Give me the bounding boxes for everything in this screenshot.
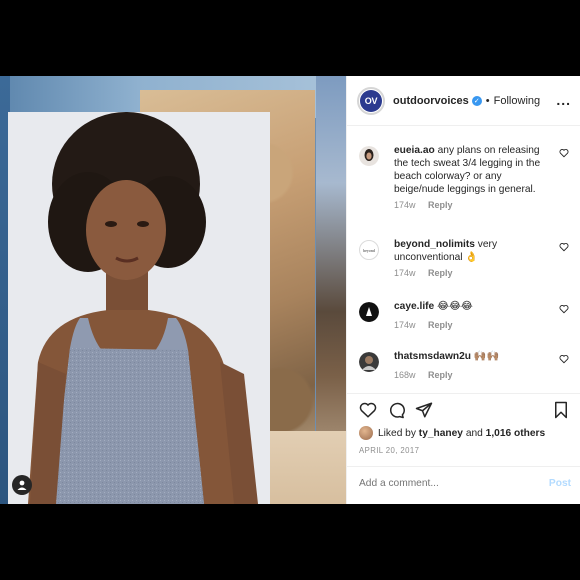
following-button[interactable]: Following (494, 95, 540, 107)
comment-item: beyond beyond_nolimits very unconvention… (359, 238, 577, 288)
commenter-avatar[interactable] (359, 302, 379, 322)
comment-age: 174w (394, 320, 416, 330)
like-heart-icon[interactable] (359, 401, 377, 419)
likes-count[interactable]: 1,016 others (486, 428, 545, 439)
comment-content: 🙌🏽🙌🏽 (473, 351, 500, 362)
comment-list: eueia.ao any plans on releasing the tech… (347, 126, 580, 394)
verified-badge-icon: ✓ (471, 95, 482, 106)
header-separator: • (485, 94, 490, 107)
comment-username[interactable]: thatsmsdawn2u (394, 351, 471, 362)
comment-meta: 174w Reply (394, 268, 453, 278)
account-logo-text: OV (360, 89, 382, 112)
liker-username[interactable]: ty_haney (419, 428, 463, 439)
comment-age: 174w (394, 200, 416, 210)
comment-content: 😂😂😂 (437, 301, 473, 312)
like-comment-heart-icon[interactable] (559, 242, 569, 252)
comment-text: eueia.ao any plans on releasing the tech… (394, 144, 552, 196)
comment-item: caye.life 😂😂😂 174w Reply (359, 300, 577, 340)
add-comment-bar: Post (347, 466, 580, 504)
like-comment-heart-icon[interactable] (559, 148, 569, 158)
reply-button[interactable]: Reply (428, 200, 453, 210)
comment-text: beyond_nolimits very unconventional 👌 (394, 238, 552, 264)
comment-meta: 168w Reply (394, 370, 453, 380)
model-figure (28, 112, 258, 504)
comment-username[interactable]: beyond_nolimits (394, 239, 475, 250)
account-username[interactable]: outdoorvoices (393, 95, 469, 107)
post-date: APRIL 20, 2017 (359, 446, 420, 455)
post-actions: Liked by ty_haney and 1,016 others APRIL… (347, 396, 580, 504)
account-avatar[interactable]: OV (357, 86, 385, 115)
reply-button[interactable]: Reply (428, 320, 453, 330)
comment-username[interactable]: caye.life (394, 301, 434, 312)
commenter-avatar-text: beyond (363, 247, 375, 253)
save-bookmark-icon[interactable] (553, 401, 569, 419)
post-comment-button[interactable]: Post (549, 478, 571, 489)
post-frame: OV outdoorvoices ✓ • Following ... eueia… (0, 76, 580, 504)
post-side-panel: OV outdoorvoices ✓ • Following ... eueia… (346, 76, 580, 504)
liker-avatar (359, 426, 373, 440)
post-image[interactable] (0, 76, 346, 504)
comment-item: thatsmsdawn2u 🙌🏽🙌🏽 168w Reply (359, 350, 577, 390)
like-comment-heart-icon[interactable] (559, 354, 569, 364)
share-send-icon[interactable] (415, 401, 433, 419)
post-header: OV outdoorvoices ✓ • Following ... (347, 76, 580, 126)
reply-button[interactable]: Reply (428, 268, 453, 278)
commenter-avatar[interactable]: beyond (359, 240, 379, 260)
likes-prefix: Liked by (378, 427, 416, 439)
likes-summary[interactable]: Liked by ty_haney and 1,016 others (359, 426, 545, 440)
likes-and: and (465, 427, 483, 439)
like-comment-heart-icon[interactable] (559, 304, 569, 314)
more-options-icon[interactable]: ... (556, 92, 571, 108)
comment-text: caye.life 😂😂😂 (394, 300, 552, 313)
comment-bubble-icon[interactable] (387, 401, 405, 419)
comment-item: eueia.ao any plans on releasing the tech… (359, 144, 577, 224)
commenter-avatar[interactable] (359, 146, 379, 166)
reply-button[interactable]: Reply (428, 370, 453, 380)
comment-meta: 174w Reply (394, 200, 453, 210)
comment-input[interactable] (359, 478, 529, 489)
comment-username[interactable]: eueia.ao (394, 145, 435, 156)
user-tag-icon[interactable] (12, 475, 32, 495)
sand-photo (265, 431, 346, 504)
comment-age: 168w (394, 370, 416, 380)
comment-meta: 174w Reply (394, 320, 453, 330)
commenter-avatar[interactable] (359, 352, 379, 372)
comment-age: 174w (394, 268, 416, 278)
comment-text: thatsmsdawn2u 🙌🏽🙌🏽 (394, 350, 552, 363)
